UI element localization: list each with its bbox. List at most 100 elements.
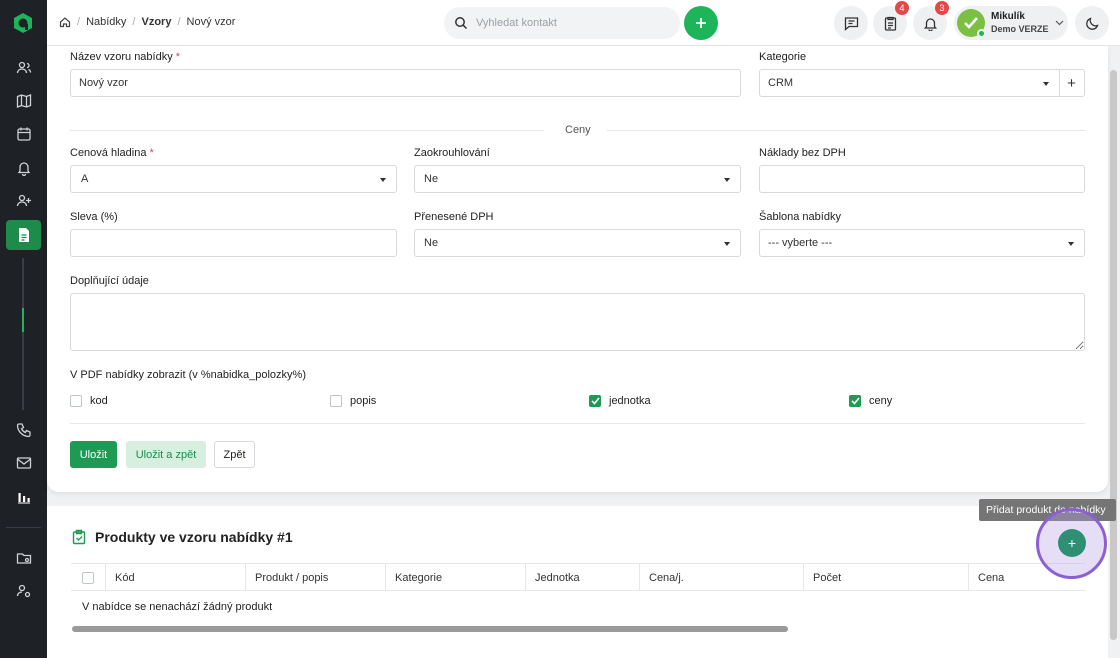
horizontal-scrollbar[interactable] — [72, 626, 788, 632]
costs-input[interactable] — [759, 165, 1085, 193]
moon-icon — [1085, 16, 1099, 30]
name-input[interactable]: Nový vzor — [70, 69, 741, 97]
checkbox-ceny[interactable]: ceny — [849, 395, 892, 407]
products-table-header: Kód Produkt / popis Kategorie Jednotka C… — [71, 563, 1085, 591]
category-label: Kategorie — [759, 51, 807, 63]
plus-icon: + — [1067, 535, 1077, 551]
breadcrumb-current: Nový vzor — [186, 16, 236, 28]
user-subtitle: Demo VERZE — [991, 24, 1049, 34]
checkbox-label: ceny — [869, 395, 893, 407]
app-logo-icon[interactable] — [12, 12, 34, 34]
section-title-prices: Ceny — [565, 124, 591, 136]
sidebar-divider — [6, 527, 41, 528]
vat-value: Ne — [424, 237, 439, 249]
breadcrumb-offers[interactable]: Nabídky — [86, 16, 126, 28]
rounding-select[interactable]: Ne — [414, 165, 741, 193]
add-category-button[interactable]: + — [1059, 69, 1085, 97]
stats-icon[interactable] — [6, 482, 41, 512]
bell-icon — [923, 17, 937, 31]
save-button[interactable]: Uložit — [70, 441, 117, 468]
add-product-button[interactable]: + — [1058, 529, 1086, 557]
mail-icon[interactable] — [6, 448, 41, 478]
price-level-label: Cenová hladina * — [70, 147, 154, 159]
offers-document-icon[interactable] — [6, 220, 41, 250]
rounding-value: Ne — [424, 173, 439, 185]
online-status-dot — [977, 29, 986, 38]
folder-settings-icon[interactable] — [6, 543, 41, 573]
breadcrumb-templates[interactable]: Vzory — [141, 16, 171, 28]
map-icon[interactable] — [6, 86, 41, 116]
bell-icon[interactable] — [6, 153, 41, 183]
notifications-badge: 3 — [935, 1, 949, 15]
discount-input[interactable] — [70, 229, 397, 257]
chevron-down-icon — [1055, 20, 1063, 26]
calendar-icon[interactable] — [6, 119, 41, 149]
checkbox-box-checked[interactable] — [589, 395, 601, 407]
rounding-label: Zaokrouhlování — [414, 147, 490, 159]
empty-table-message: V nabídce se nenachází žádný produkt — [82, 601, 273, 613]
column-header[interactable]: Produkt / popis — [245, 564, 385, 591]
select-all-cell — [71, 564, 105, 591]
checkbox-box[interactable] — [70, 395, 82, 407]
tasks-button[interactable]: 4 — [873, 1, 909, 40]
check-icon — [590, 397, 600, 405]
pdf-display-label: V PDF nabídky zobrazit (v %nabidka_poloz… — [70, 369, 306, 381]
checkbox-box-checked[interactable] — [849, 395, 861, 407]
top-bar: / Nabídky / Vzory / Nový vzor 4 3 Mikulí… — [47, 0, 1120, 46]
quick-add-button[interactable] — [684, 6, 718, 40]
checkbox-popis[interactable]: popis — [330, 395, 376, 407]
form-divider — [70, 423, 1085, 424]
products-section: Produkty ve vzoru nabídky #1 Kód Produkt… — [47, 506, 1108, 658]
products-title: Produkty ve vzoru nabídky #1 — [71, 529, 293, 545]
phone-icon[interactable] — [6, 415, 41, 445]
breadcrumb-separator: / — [132, 16, 136, 28]
price-level-select[interactable]: A — [70, 165, 397, 193]
dark-mode-toggle[interactable] — [1075, 6, 1109, 40]
category-select[interactable]: CRM — [759, 69, 1060, 97]
column-header[interactable]: Cena/j. — [639, 564, 803, 591]
breadcrumb-separator: / — [77, 16, 81, 28]
chat-icon — [844, 16, 858, 31]
contacts-icon[interactable] — [6, 53, 41, 83]
category-value: CRM — [768, 77, 794, 89]
vat-label: Přenesené DPH — [414, 211, 494, 223]
vertical-scrollbar[interactable] — [1110, 70, 1117, 640]
extra-info-textarea[interactable] — [70, 293, 1085, 351]
section-divider-left — [70, 130, 544, 131]
column-header[interactable]: Kategorie — [385, 564, 525, 591]
messages-button[interactable] — [834, 6, 868, 40]
checkbox-label: jednotka — [609, 395, 651, 407]
checkbox-label: kod — [90, 395, 108, 407]
column-header[interactable]: Kód — [105, 564, 245, 591]
template-label: Šablona nabídky — [759, 211, 841, 223]
extra-info-label: Doplňující údaje — [70, 275, 149, 287]
user-add-icon[interactable] — [6, 186, 41, 216]
sidebar-submenu-active-marker — [22, 308, 24, 332]
column-header[interactable]: Jednotka — [525, 564, 639, 591]
sidebar-submenu-line — [22, 258, 24, 410]
checkbox-box[interactable] — [330, 395, 342, 407]
search-box[interactable] — [444, 7, 680, 39]
home-icon[interactable] — [59, 16, 71, 28]
back-button[interactable]: Zpět — [214, 441, 255, 468]
select-all-checkbox[interactable] — [82, 571, 94, 584]
price-level-value: A — [81, 173, 89, 185]
products-title-text: Produkty ve vzoru nabídky #1 — [95, 529, 293, 545]
clipboard-icon — [884, 16, 896, 31]
plus-icon: + — [1067, 74, 1076, 92]
user-menu[interactable]: Mikulík Demo VERZE — [954, 6, 1068, 40]
checkmark-icon — [964, 17, 978, 29]
save-and-back-button[interactable]: Uložit a zpět — [126, 441, 206, 468]
column-header[interactable]: Počet — [803, 564, 968, 591]
template-value: --- vyberte --- — [768, 237, 833, 249]
vat-select[interactable]: Ne — [414, 229, 741, 257]
avatar — [957, 9, 986, 38]
template-select[interactable]: --- vyberte --- — [759, 229, 1085, 257]
checkbox-kod[interactable]: kod — [70, 395, 108, 407]
breadcrumb: / Nabídky / Vzory / Nový vzor — [59, 16, 235, 28]
search-input[interactable] — [476, 17, 666, 29]
notifications-button[interactable]: 3 — [913, 1, 949, 40]
checkbox-label: popis — [350, 395, 377, 407]
checkbox-jednotka[interactable]: jednotka — [589, 395, 651, 407]
user-settings-icon[interactable] — [6, 576, 41, 606]
